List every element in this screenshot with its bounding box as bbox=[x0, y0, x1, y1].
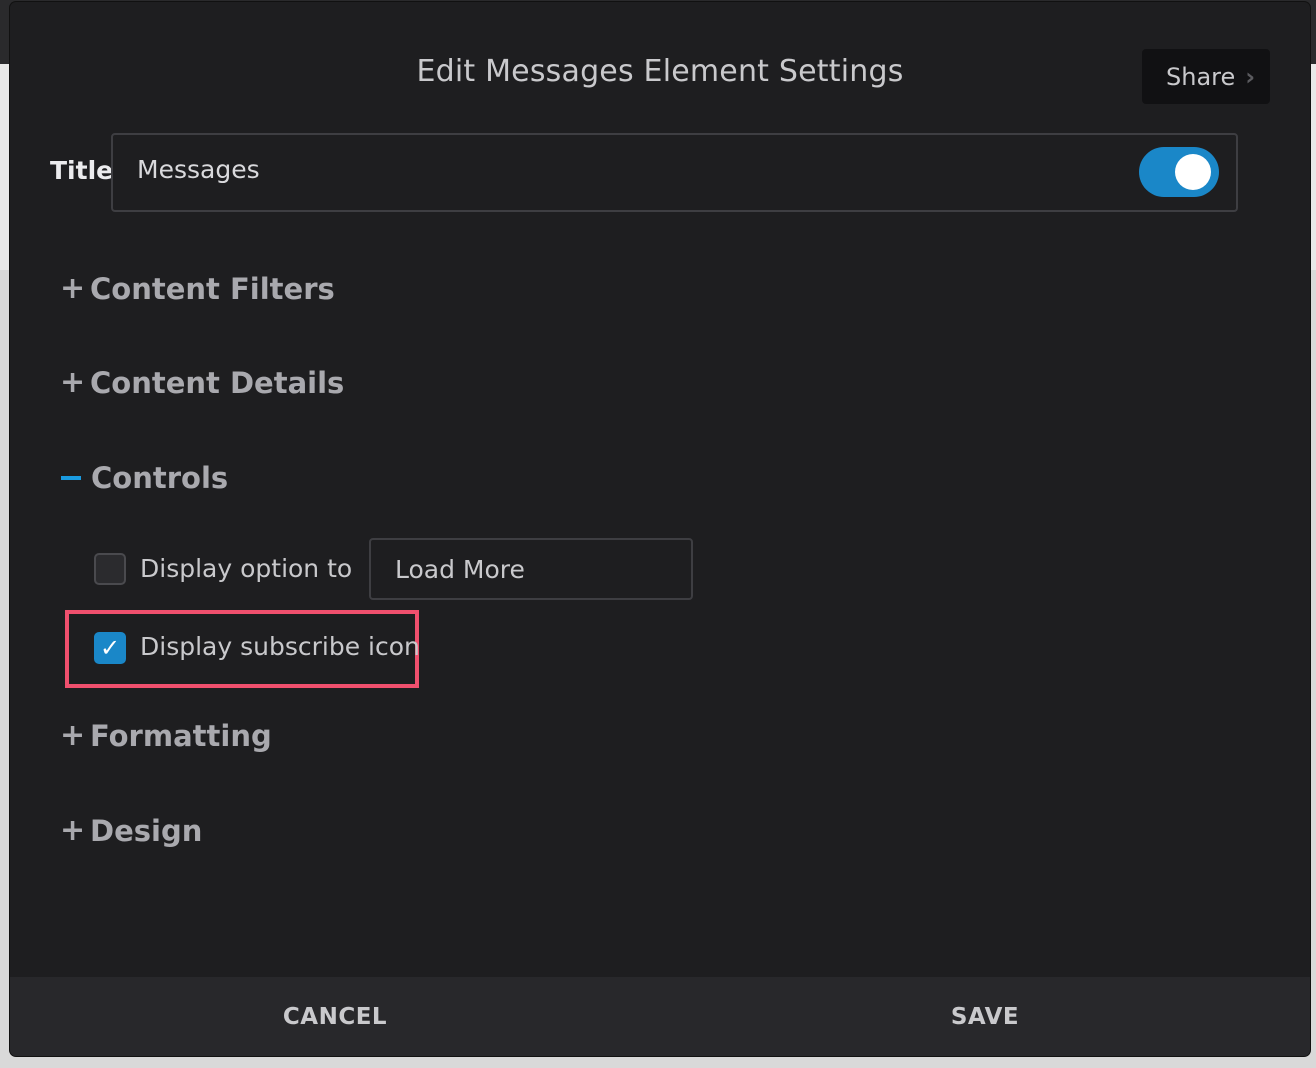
plus-icon: + bbox=[60, 813, 86, 848]
section-design[interactable]: + Design bbox=[60, 814, 202, 848]
section-label: Design bbox=[90, 814, 203, 848]
plus-icon: + bbox=[60, 718, 86, 753]
load-more-field bbox=[369, 538, 693, 600]
plus-icon: + bbox=[60, 365, 86, 400]
section-content-details[interactable]: + Content Details bbox=[60, 366, 344, 400]
minus-icon bbox=[61, 476, 81, 480]
chevron-right-icon: › bbox=[1245, 62, 1256, 91]
section-label: Controls bbox=[91, 461, 229, 495]
settings-dialog: Edit Messages Element Settings Share › T… bbox=[10, 2, 1310, 1056]
section-controls[interactable]: Controls bbox=[60, 461, 228, 495]
display-subscribe-checkbox[interactable]: ✓ bbox=[94, 632, 126, 664]
display-option-label: Display option to bbox=[140, 554, 353, 583]
display-option-checkbox[interactable] bbox=[94, 553, 126, 585]
plus-icon: + bbox=[60, 271, 86, 306]
title-visibility-toggle[interactable] bbox=[1139, 147, 1219, 197]
load-more-input[interactable] bbox=[395, 555, 675, 584]
toggle-knob bbox=[1175, 154, 1211, 190]
cancel-button[interactable]: CANCEL bbox=[10, 977, 660, 1056]
save-button[interactable]: SAVE bbox=[660, 977, 1310, 1056]
section-label: Formatting bbox=[90, 719, 272, 753]
dialog-title: Edit Messages Element Settings bbox=[416, 54, 904, 89]
title-label: Title bbox=[50, 156, 114, 185]
section-label: Content Filters bbox=[90, 272, 335, 306]
section-label: Content Details bbox=[90, 366, 345, 400]
share-button[interactable]: Share › bbox=[1142, 49, 1270, 104]
dialog-footer: CANCEL SAVE bbox=[10, 977, 1310, 1056]
section-formatting[interactable]: + Formatting bbox=[60, 719, 272, 753]
title-field bbox=[111, 133, 1238, 212]
section-content-filters[interactable]: + Content Filters bbox=[60, 272, 335, 306]
title-input[interactable] bbox=[137, 155, 1037, 184]
share-button-label: Share bbox=[1166, 62, 1236, 91]
display-subscribe-label: Display subscribe icon bbox=[140, 632, 420, 661]
checkmark-icon: ✓ bbox=[99, 634, 121, 662]
